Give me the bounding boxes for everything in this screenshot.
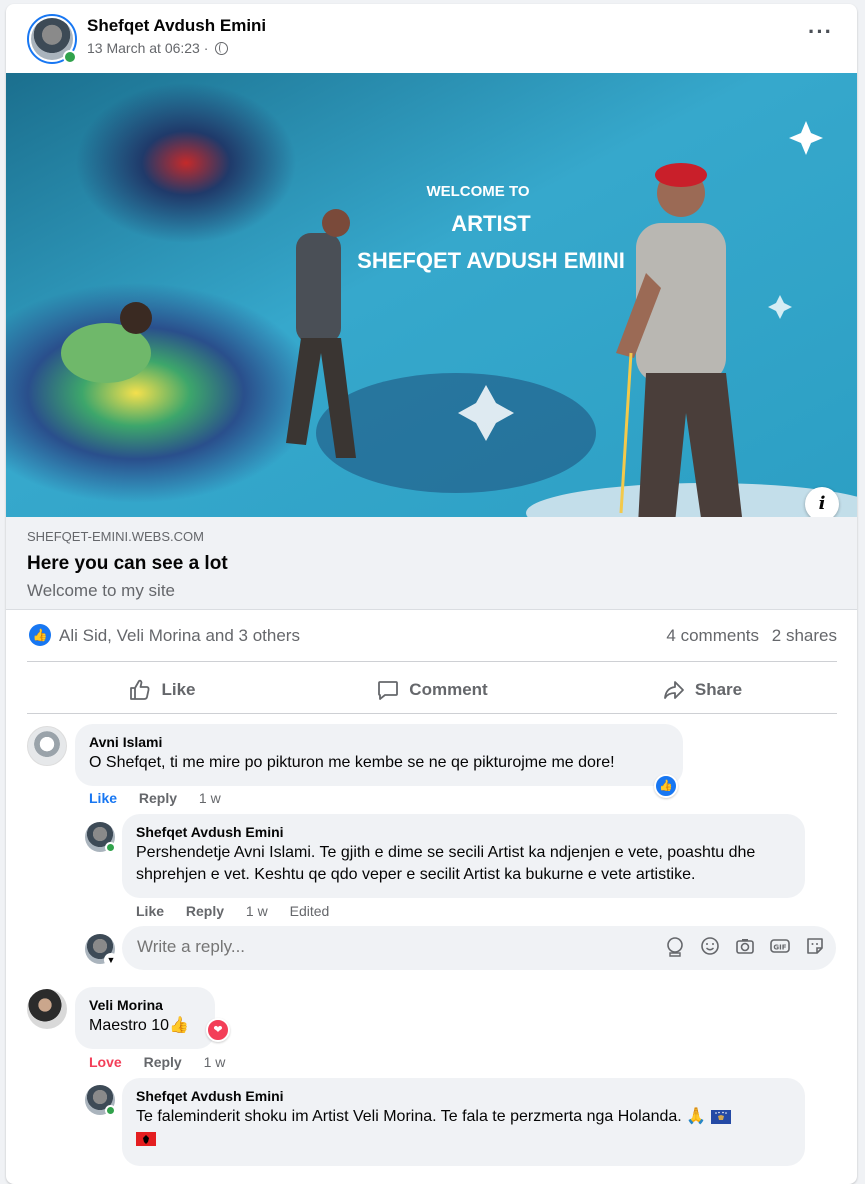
link-domain: SHEFQET-EMINI.WEBS.COM [27,529,204,544]
comment-author[interactable]: Shefqet Avdush Emini [136,1088,791,1104]
kosovo-flag-icon [710,1110,731,1124]
chevron-down-icon[interactable]: ▼ [104,953,118,967]
comment-bubble: Shefqet Avdush Emini Te faleminderit sho… [122,1078,805,1166]
like-label: Like [161,680,196,699]
more-options-button[interactable]: ··· [808,21,833,43]
artwork-image: WELCOME TO ARTIST SHEFQET AVDUSH EMINI [6,73,857,517]
comment-text: Pershendetje Avni Islami. Te gjith e dim… [136,844,756,883]
divider [27,713,837,714]
post-meta: 13 March at 06:23 · [87,40,229,56]
like-reaction-icon[interactable]: 👍 [654,774,678,798]
commenter-avatar[interactable] [27,726,67,766]
reactors-text[interactable]: Ali Sid, Veli Morina and 3 others [59,626,300,646]
comment-text-content: Te faleminderit shoku im Artist Veli Mor… [136,1108,682,1125]
image-text-line1: WELCOME TO [426,183,529,200]
comment-bubble: Shefqet Avdush Emini Pershendetje Avni I… [122,814,805,898]
link-preview-box[interactable]: SHEFQET-EMINI.WEBS.COM Here you can see … [6,517,857,610]
comment-reply-button[interactable]: Reply [186,903,224,919]
comment-label: Comment [409,680,488,699]
reactions-summary: 👍 Ali Sid, Veli Morina and 3 others 4 co… [27,622,837,652]
image-text-line3: SHEFQET AVDUSH EMINI [357,248,625,273]
reply-input[interactable] [137,937,537,957]
comment-time[interactable]: 1 w [199,790,221,806]
link-preview-image[interactable]: WELCOME TO ARTIST SHEFQET AVDUSH EMINI i [6,73,857,517]
comment-like-button[interactable]: Like [89,790,117,806]
post-timestamp[interactable]: 13 March at 06:23 [87,40,200,56]
svg-text:GIF: GIF [773,944,786,952]
albania-flag-icon [136,1132,156,1146]
comment-icon [376,678,400,702]
info-icon[interactable]: i [805,487,839,517]
comment-count[interactable]: 4 comments [666,626,759,646]
thumbs-up-icon [128,678,152,702]
share-button[interactable]: Share [567,666,837,714]
comment-actions: Love Reply 1 w [89,1054,243,1070]
comment-button[interactable]: Comment [297,666,567,714]
comment-reply-button[interactable]: Reply [144,1054,182,1070]
link-description: Welcome to my site [27,581,176,600]
comment-like-button[interactable]: Like [136,903,164,919]
online-status-icon [105,1105,116,1116]
like-reaction-icon[interactable]: 👍 [29,624,51,646]
comment-bubble: Avni Islami O Shefqet, ti me mire po pik… [75,724,683,786]
share-count[interactable]: 2 shares [772,626,837,646]
online-status-icon [105,842,116,853]
gif-icon[interactable]: GIF [769,935,791,957]
share-icon [662,678,686,702]
sticker-icon[interactable] [804,935,826,957]
comment-love-button[interactable]: Love [89,1054,122,1070]
comment-text: Te faleminderit shoku im Artist Veli Mor… [136,1106,791,1150]
globe-icon[interactable] [215,42,229,55]
post-header: Shefqet Avdush Emini 13 March at 06:23 ·… [6,4,857,74]
divider [27,661,837,662]
comment-author[interactable]: Veli Morina [89,997,201,1013]
comment-author[interactable]: Shefqet Avdush Emini [136,824,791,840]
camera-icon[interactable] [734,935,756,957]
comment-actions: Like Reply 1 w Edited [136,903,347,919]
like-button[interactable]: Like [27,666,297,714]
folded-hands-emoji-icon: 🙏 [686,1108,707,1125]
comment-time[interactable]: 1 w [204,1054,226,1070]
comment-reply-button[interactable]: Reply [139,790,177,806]
comment-actions: Like Reply 1 w [89,790,239,806]
reply-composer: GIF [122,926,836,970]
avatar-sticker-icon[interactable] [664,935,686,957]
author-name[interactable]: Shefqet Avdush Emini [87,16,266,36]
share-label: Share [694,680,743,699]
post-actions: Like Comment Share [27,666,837,714]
thumbs-up-emoji-icon: 👍 [169,1017,189,1034]
post-card: Shefqet Avdush Emini 13 March at 06:23 ·… [6,4,857,1184]
reply-toolbar: GIF [651,935,826,957]
online-status-icon [63,50,77,64]
meta-separator: · [203,40,209,56]
edited-label[interactable]: Edited [290,903,330,919]
love-reaction-icon[interactable]: ❤ [206,1018,230,1042]
link-title: Here you can see a lot [27,553,228,574]
comment-bubble: Veli Morina Maestro 10👍 [75,987,215,1049]
emoji-icon[interactable] [699,935,721,957]
image-text-line2: ARTIST [451,211,531,236]
comment-author[interactable]: Avni Islami [89,734,669,750]
comment-time[interactable]: 1 w [246,903,268,919]
comment-text: O Shefqet, ti me mire po pikturon me kem… [89,754,615,771]
comment-text: Maestro 10👍 [89,1015,201,1037]
commenter-avatar[interactable] [27,989,67,1029]
comment-text-content: Maestro 10 [89,1017,170,1034]
